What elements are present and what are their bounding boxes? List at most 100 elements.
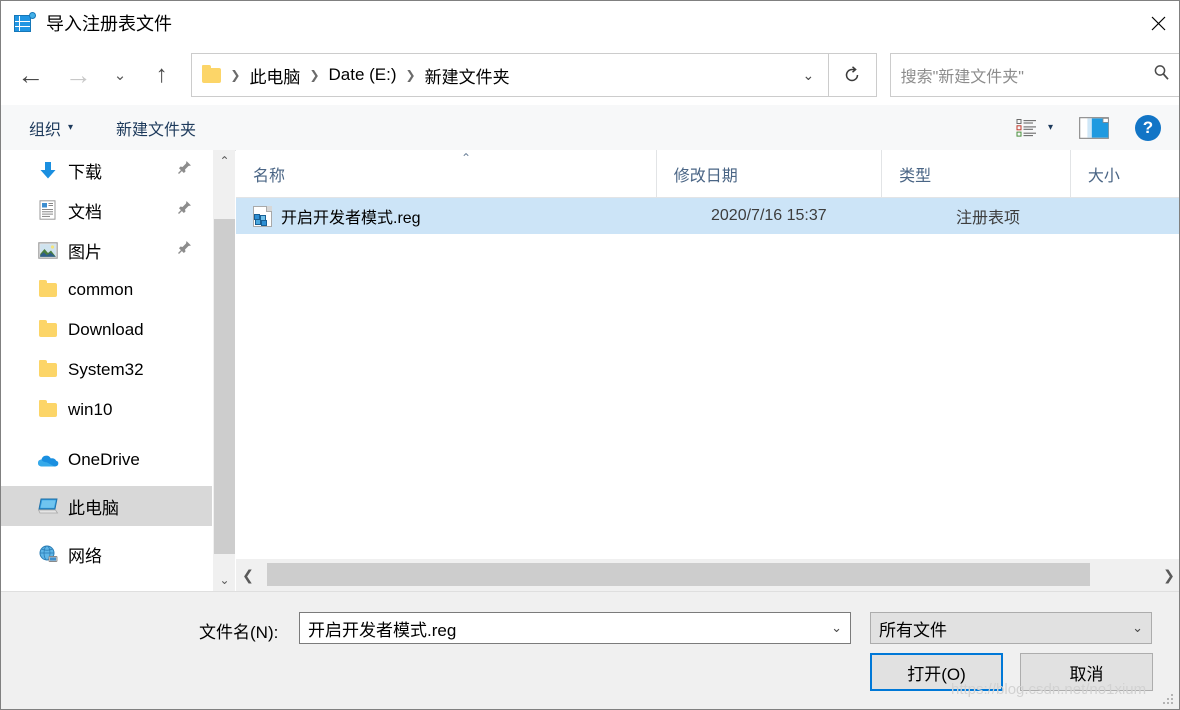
scroll-up-icon[interactable]: ⌃ <box>213 150 236 172</box>
folder-icon <box>37 399 59 421</box>
file-name-input[interactable]: 开启开发者模式.reg ⌄ <box>299 612 851 644</box>
view-options-icon[interactable] <box>1010 113 1044 143</box>
search-icon[interactable] <box>1153 64 1170 86</box>
file-name-value: 开启开发者模式.reg <box>308 620 457 640</box>
sidebar-item-onedrive[interactable]: OneDrive <box>1 440 212 480</box>
search-placeholder: 搜索"新建文件夹" <box>900 69 1024 86</box>
folder-icon <box>37 279 59 301</box>
import-registry-file-dialog: 导入注册表文件 ← → ⌄ ↑ ❯ 此电脑 ❯ Date (E:) ❯ 新建文件… <box>0 0 1180 710</box>
sidebar-item-label: 网络 <box>68 546 102 566</box>
navigation-bar: ← → ⌄ ↑ ❯ 此电脑 ❯ Date (E:) ❯ 新建文件夹 ⌄ 搜索"新… <box>1 45 1179 105</box>
scroll-down-icon[interactable]: ⌄ <box>213 569 236 591</box>
open-button[interactable]: 打开(O) <box>870 653 1003 691</box>
breadcrumb-item-date-e[interactable]: Date (E:) <box>329 65 397 85</box>
breadcrumb-item-new-folder[interactable]: 新建文件夹 <box>425 63 510 88</box>
command-bar-right-group: ▾ ? <box>1010 113 1161 143</box>
this-pc-icon <box>37 495 59 517</box>
chevron-down-icon: ▾ <box>68 122 74 133</box>
sidebar-scrollbar-thumb[interactable] <box>214 219 235 554</box>
search-input[interactable]: 搜索"新建文件夹" <box>889 53 1179 97</box>
column-header-type[interactable]: 类型 <box>881 150 1070 197</box>
reg-file-icon <box>253 205 272 227</box>
breadcrumb-separator: ❯ <box>230 68 241 82</box>
download-arrow-icon <box>37 159 59 181</box>
sidebar-item-label: 文档 <box>68 202 102 222</box>
refresh-icon[interactable] <box>829 53 877 97</box>
command-bar: 组织 ▾ 新建文件夹 ▾ ? <box>1 105 1179 151</box>
column-header-label: 名称 <box>253 167 286 185</box>
close-icon[interactable] <box>1135 1 1179 45</box>
title-bar: 导入注册表文件 <box>1 1 1179 45</box>
horizontal-scrollbar-thumb[interactable] <box>267 563 1090 586</box>
file-list-pane: 名称 ⌃ 修改日期 类型 大小 开启开发者模式.reg 2020/7/16 15… <box>236 150 1179 591</box>
dialog-footer <box>1 591 1179 709</box>
column-header-name[interactable]: 名称 ⌃ <box>236 150 656 197</box>
breadcrumb-item-this-pc[interactable]: 此电脑 <box>249 63 300 88</box>
column-header-size[interactable]: 大小 <box>1069 150 1179 197</box>
scroll-left-icon[interactable]: ❮ <box>236 559 260 591</box>
forward-icon: → <box>64 59 92 90</box>
sidebar-item-downloads[interactable]: 下载 <box>1 150 212 190</box>
sidebar-item-system32[interactable]: System32 <box>1 350 212 390</box>
file-name-label: 开启开发者模式.reg <box>281 210 421 227</box>
documents-icon <box>37 199 59 221</box>
pin-icon[interactable] <box>177 160 192 180</box>
breadcrumb-separator: ❯ <box>309 68 320 82</box>
sidebar-item-label: System32 <box>68 360 144 379</box>
network-globe-icon <box>37 543 59 565</box>
scroll-right-icon[interactable]: ❯ <box>1157 559 1179 591</box>
folder-icon <box>37 359 59 381</box>
file-type-filter-dropdown[interactable]: 所有文件 ⌄ <box>870 612 1152 644</box>
back-icon[interactable]: ← <box>15 58 47 92</box>
address-chevron-down-icon[interactable]: ⌄ <box>802 67 814 84</box>
pin-icon[interactable] <box>177 200 192 220</box>
sidebar-item-pictures[interactable]: 图片 <box>1 230 212 270</box>
file-type-filter-value: 所有文件 <box>879 620 947 640</box>
sidebar-scrollbar[interactable]: ⌃ ⌄ <box>212 150 235 591</box>
chevron-down-icon: ⌄ <box>1132 620 1143 635</box>
sidebar-item-documents[interactable]: 文档 <box>1 190 212 230</box>
sidebar-item-win10[interactable]: win10 <box>1 390 212 430</box>
folder-icon <box>37 319 59 341</box>
help-button[interactable]: ? <box>1135 114 1161 141</box>
sidebar-item-label: 图片 <box>68 242 102 262</box>
sidebar-item-label: win10 <box>68 400 113 419</box>
file-name-cell: 开启开发者模式.reg <box>236 198 694 234</box>
sidebar-item-label: 此电脑 <box>68 498 119 518</box>
sidebar-item-label: Download <box>68 320 144 339</box>
up-icon[interactable]: ↑ <box>146 58 178 92</box>
sidebar-item-common[interactable]: common <box>1 270 212 310</box>
column-header-date-modified[interactable]: 修改日期 <box>655 150 881 197</box>
window-title: 导入注册表文件 <box>46 14 172 34</box>
column-headers: 名称 ⌃ 修改日期 类型 大小 <box>236 150 1179 198</box>
address-bar[interactable]: ❯ 此电脑 ❯ Date (E:) ❯ 新建文件夹 ⌄ <box>191 53 830 97</box>
new-folder-button[interactable]: 新建文件夹 <box>116 116 196 140</box>
onedrive-cloud-icon <box>37 449 59 471</box>
table-row[interactable]: 开启开发者模式.reg 2020/7/16 15:37 注册表项 <box>236 198 1179 234</box>
breadcrumb-separator: ❯ <box>405 68 416 82</box>
file-type-cell: 注册表项 <box>956 210 1021 227</box>
recent-locations-chevron-down-icon[interactable]: ⌄ <box>104 58 136 92</box>
folder-icon <box>202 64 222 83</box>
file-name-label: 文件名(N): <box>199 623 279 642</box>
sidebar-item-download-folder[interactable]: Download <box>1 310 212 350</box>
pin-icon[interactable] <box>177 240 192 260</box>
sort-ascending-icon: ⌃ <box>461 151 472 165</box>
sidebar-item-this-pc[interactable]: 此电脑 <box>1 486 212 526</box>
file-date-cell: 2020/7/16 15:37 <box>711 207 827 224</box>
navigation-sidebar: 下载 文档 图片 common Download System32 win10 … <box>1 150 212 591</box>
pictures-icon <box>37 239 59 261</box>
chevron-down-icon[interactable]: ⌄ <box>831 620 842 636</box>
preview-pane-icon[interactable] <box>1075 113 1113 143</box>
registry-file-icon <box>14 12 36 34</box>
organize-label: 组织 <box>29 121 62 139</box>
sidebar-item-network[interactable]: 网络 <box>1 534 212 574</box>
sidebar-item-label: 下载 <box>68 162 102 182</box>
sidebar-item-label: OneDrive <box>68 450 140 469</box>
view-options-chevron-down-icon[interactable]: ▾ <box>1048 122 1053 133</box>
organize-button[interactable]: 组织 ▾ <box>29 116 73 140</box>
cancel-button[interactable]: 取消 <box>1020 653 1153 691</box>
sidebar-item-label: common <box>68 280 134 299</box>
resize-grip[interactable] <box>1163 694 1175 706</box>
horizontal-scrollbar[interactable]: ❮ ❯ <box>236 559 1179 591</box>
